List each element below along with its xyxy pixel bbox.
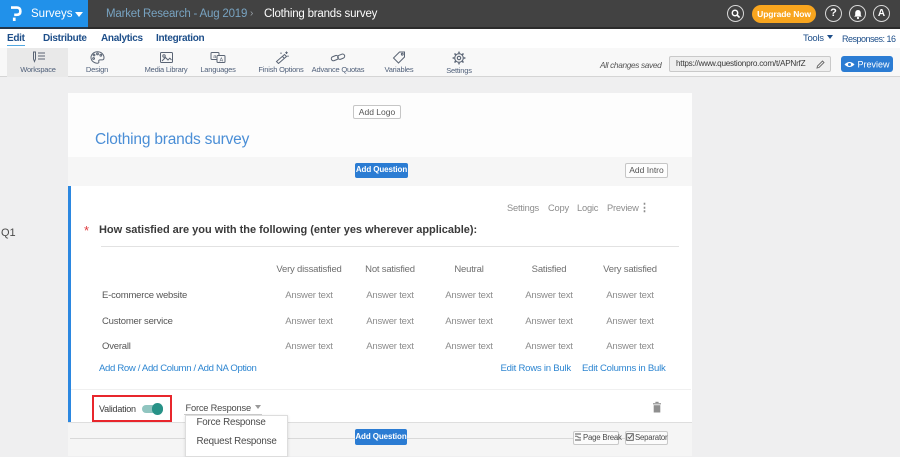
svg-text:A: A — [220, 57, 224, 63]
